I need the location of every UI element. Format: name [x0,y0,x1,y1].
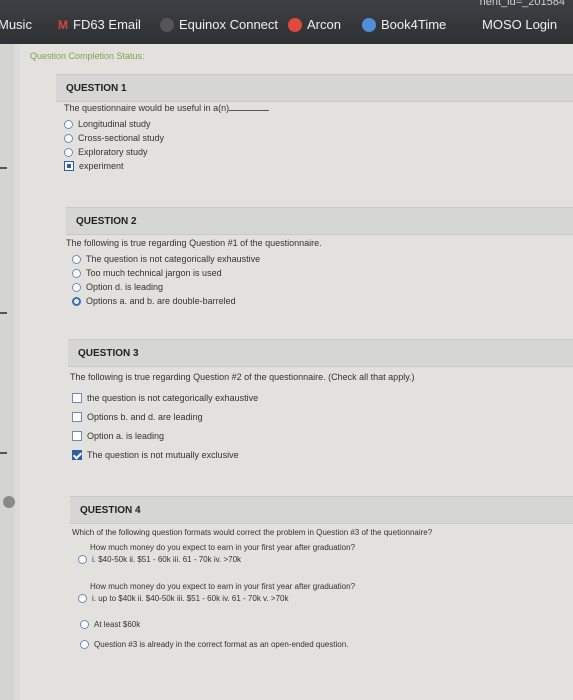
option-label: experiment [79,161,124,171]
bookmark-label: Arcon [307,17,341,32]
option[interactable]: i. up to $40k ii. $40-50k iii. $51 - 60k… [78,591,552,605]
question-3-header: QUESTION 3 [68,339,573,367]
bookmark-fd63-email[interactable]: M FD63 Email [58,17,141,32]
clock-icon [288,17,302,32]
checkbox-checked[interactable] [72,449,82,460]
checkbox[interactable] [72,392,82,403]
radio-button[interactable] [80,619,89,629]
bookmark-moso-login[interactable]: MOSO Login [482,17,557,32]
question-4: Which of the following question formats … [72,528,552,651]
record-icon [3,496,15,508]
option-label: i. $40-50k ii. $51 - 60k iii. 61 - 70k i… [92,554,242,564]
checkbox[interactable] [72,430,82,441]
radio-button[interactable] [64,147,73,157]
option[interactable]: i. $40-50k ii. $51 - 60k iii. 61 - 70k i… [78,552,552,566]
radio-button[interactable] [78,593,87,603]
option-label: Too much technical jargon is used [86,268,222,278]
url-fragment: nent_id=_201584 [479,0,565,8]
option-label: At least $60k [94,619,141,629]
option-label: i. up to $40k ii. $40-50k iii. $51 - 60k… [92,593,289,603]
option[interactable]: At least $60k [80,617,552,631]
globe-icon [362,17,376,32]
bookmark-label: FD63 Email [73,17,141,32]
bookmark-equinox-connect[interactable]: Equinox Connect [160,17,278,32]
option[interactable]: Cross-sectional study [64,131,544,145]
option-label: Longitudinal study [78,119,151,129]
margin-mark [0,312,7,314]
radio-button[interactable] [78,554,87,564]
radio-button-selected[interactable] [64,161,74,171]
question-text: The following is true regarding Question… [70,372,415,382]
margin-mark [0,452,7,454]
radio-button-selected[interactable] [72,296,81,306]
option[interactable]: Longitudinal study [64,117,544,131]
question-text: Which of the following question formats … [72,528,433,537]
bookmark-book4time[interactable]: Book4Time [362,17,446,32]
bookmark-arcon[interactable]: Arcon [288,17,341,32]
option-label: The question is not mutually exclusive [87,449,239,460]
option[interactable]: Options a. and b. are double-barreled [72,294,546,308]
question-text: The following is true regarding Question… [66,238,322,248]
bookmark-label: Music [0,17,32,32]
option-label: Exploratory study [78,147,148,157]
option-label: Question #3 is already in the correct fo… [94,639,349,649]
bookmark-label: Book4Time [381,17,447,32]
page-margin [0,44,14,700]
radio-button[interactable] [64,133,73,143]
option-label: Option a. is leading [87,430,165,441]
bookmark-music[interactable]: Music [0,17,32,32]
option[interactable]: The question is not categorically exhaus… [72,252,546,266]
option-label: Option d. is leading [86,282,164,292]
option[interactable]: the question is not categorically exhaus… [72,388,550,407]
question-1-header: QUESTION 1 [56,74,573,102]
radio-button[interactable] [72,254,81,264]
option-label: The question is not categorically exhaus… [86,254,261,264]
question-2-header: QUESTION 2 [66,207,573,235]
sub-question-text: How much money do you expect to earn in … [90,582,356,591]
radio-button[interactable] [64,119,73,129]
option-label: Options b. and d. are leading [87,411,203,422]
checkbox[interactable] [72,411,82,422]
equinox-icon [160,17,174,32]
radio-button[interactable] [80,639,89,649]
radio-button[interactable] [72,282,81,292]
bookmark-label: Equinox Connect [179,17,279,32]
option-label: Options a. and b. are double-barreled [86,296,236,306]
option[interactable]: Exploratory study [64,145,544,159]
sub-question-text: How much money do you expect to earn in … [90,543,356,552]
question-2: The following is true regarding Question… [66,238,546,308]
margin-mark [0,167,7,169]
question-4-header: QUESTION 4 [70,496,573,524]
option[interactable]: Too much technical jargon is used [72,266,546,280]
option-label: the question is not categorically exhaus… [87,392,259,403]
bookmarks-bar: nent_id=_201584 Music M FD63 Email Equin… [0,0,573,44]
option[interactable]: Options b. and d. are leading [72,407,550,426]
option[interactable]: Question #3 is already in the correct fo… [80,637,552,651]
answer-blank [229,110,270,111]
bookmark-label: MOSO Login [482,17,558,32]
question-3: The following is true regarding Question… [70,372,550,464]
option-label: Cross-sectional study [78,133,165,143]
question-text: The questionnaire would be useful in a(n… [64,103,230,113]
option[interactable]: The question is not mutually exclusive [72,445,550,464]
radio-button[interactable] [72,268,81,278]
option[interactable]: experiment [64,159,544,173]
gmail-icon: M [58,17,68,32]
option[interactable]: Option a. is leading [72,426,550,445]
question-1: The questionnaire would be useful in a(n… [64,103,544,173]
completion-status-link[interactable]: Question Completion Status: [30,51,145,61]
option[interactable]: Option d. is leading [72,280,546,294]
